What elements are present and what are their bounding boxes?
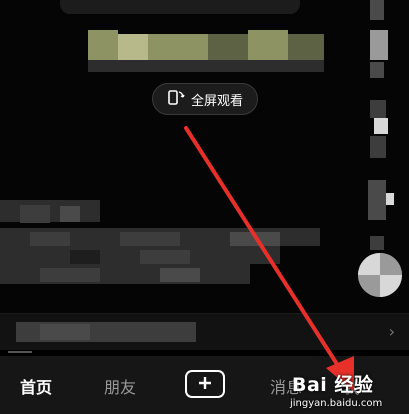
comment-card — [60, 0, 300, 14]
plus-icon — [198, 375, 212, 394]
baidu-jingyan-watermark: Bai 经验 jingyan.baidu.com — [290, 370, 409, 414]
related-bar[interactable]: › — [0, 313, 409, 350]
nav-home[interactable]: 首页 — [20, 374, 52, 398]
fullscreen-label: 全屏观看 — [191, 93, 244, 109]
fullscreen-button[interactable]: 全屏观看 — [152, 83, 258, 115]
watermark-site: jingyan.baidu.com — [290, 398, 383, 409]
watermark-logo: Bai 经验 — [292, 374, 374, 396]
nav-friends[interactable]: 朋友 — [104, 374, 136, 398]
create-post-button[interactable] — [185, 370, 225, 398]
rotate-screen-icon — [167, 88, 185, 110]
chevron-right-icon: › — [388, 322, 395, 341]
avatar[interactable] — [358, 253, 402, 297]
video-progress-bar[interactable] — [8, 351, 32, 353]
video-player[interactable]: 全屏观看 — [0, 0, 409, 350]
